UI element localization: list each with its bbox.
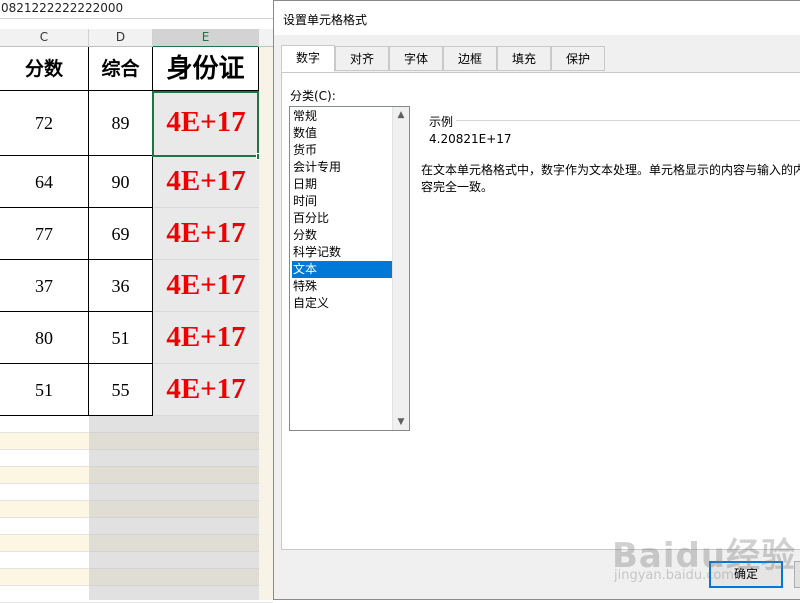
cell-c-2[interactable]: 64 <box>0 156 89 208</box>
category-item-date[interactable]: 日期 <box>292 176 393 193</box>
category-item-general[interactable]: 常规 <box>292 108 393 125</box>
category-scrollbar[interactable]: ▲ ▼ <box>392 107 409 430</box>
tab-protection[interactable]: 保护 <box>551 46 605 71</box>
cell-e-5[interactable]: 4E+17 <box>153 312 259 364</box>
tab-font[interactable]: 字体 <box>389 46 443 71</box>
category-listbox[interactable]: 常规 数值 货币 会计专用 日期 时间 百分比 分数 科学记数 文本 特殊 自定… <box>289 106 410 431</box>
cell-d-6[interactable]: 55 <box>89 364 153 416</box>
column-e-shade <box>153 416 259 600</box>
watermark-url: jingyan.baidu.com <box>614 568 734 583</box>
cell-e-2[interactable]: 4E+17 <box>153 156 259 208</box>
tab-alignment[interactable]: 对齐 <box>335 46 389 71</box>
column-header-c[interactable]: C <box>0 29 89 47</box>
active-cell-outline <box>152 91 259 157</box>
category-item-text[interactable]: 文本 <box>292 261 393 278</box>
cell-e-3[interactable]: 4E+17 <box>153 208 259 260</box>
dialog-title: 设置单元格格式 <box>283 13 368 27</box>
sample-label: 示例 <box>427 113 456 130</box>
cell-c-1[interactable]: 72 <box>0 91 89 156</box>
header-composite[interactable]: 综合 <box>89 47 153 91</box>
header-id-card[interactable]: 身份证 <box>153 47 259 91</box>
format-description: 在文本单元格格式中，数字作为文本处理。单元格显示的内容与输入的内容完全一致。 <box>421 163 800 194</box>
column-header-e[interactable]: E <box>153 29 259 48</box>
cell-e-4[interactable]: 4E+17 <box>153 260 259 312</box>
category-item-fraction[interactable]: 分数 <box>292 227 393 244</box>
cell-c-5[interactable]: 80 <box>0 312 89 364</box>
tab-fill[interactable]: 填充 <box>497 46 551 71</box>
category-item-scientific[interactable]: 科学记数 <box>292 244 393 261</box>
cell-c-6[interactable]: 51 <box>0 364 89 416</box>
cell-d-2[interactable]: 90 <box>89 156 153 208</box>
cell-d-4[interactable]: 36 <box>89 260 153 312</box>
scroll-up-icon[interactable]: ▲ <box>393 107 409 123</box>
column-header-d[interactable]: D <box>89 29 153 47</box>
column-d-shade <box>89 416 153 600</box>
cell-e-6[interactable]: 4E+17 <box>153 364 259 416</box>
category-item-custom[interactable]: 自定义 <box>292 295 393 312</box>
dialog-title-bar[interactable]: 设置单元格格式 <box>274 1 800 35</box>
column-f-area <box>259 47 273 600</box>
category-item-number[interactable]: 数值 <box>292 125 393 142</box>
category-item-percentage[interactable]: 百分比 <box>292 210 393 227</box>
sample-group: 示例 4.20821E+17 <box>420 113 800 151</box>
cell-d-5[interactable]: 51 <box>89 312 153 364</box>
tab-number[interactable]: 数字 <box>281 45 335 72</box>
sample-group-border <box>456 120 800 121</box>
cell-c-3[interactable]: 77 <box>0 208 89 260</box>
baidu-jingyan-watermark: Baidu经验 jingyan.baidu.com <box>612 510 800 600</box>
category-item-currency[interactable]: 货币 <box>292 142 393 159</box>
cell-d-1[interactable]: 89 <box>89 91 153 156</box>
scroll-down-icon[interactable]: ▼ <box>393 414 409 430</box>
category-item-special[interactable]: 特殊 <box>292 278 393 295</box>
cell-d-3[interactable]: 69 <box>89 208 153 260</box>
category-item-time[interactable]: 时间 <box>292 193 393 210</box>
category-item-accounting[interactable]: 会计专用 <box>292 159 393 176</box>
sample-value: 4.20821E+17 <box>429 132 512 146</box>
tab-border[interactable]: 边框 <box>443 46 497 71</box>
header-score[interactable]: 分数 <box>0 47 89 91</box>
cell-c-4[interactable]: 37 <box>0 260 89 312</box>
category-label: 分类(C): <box>290 89 336 103</box>
formula-bar-value: 0821222222222000 <box>1 1 124 15</box>
